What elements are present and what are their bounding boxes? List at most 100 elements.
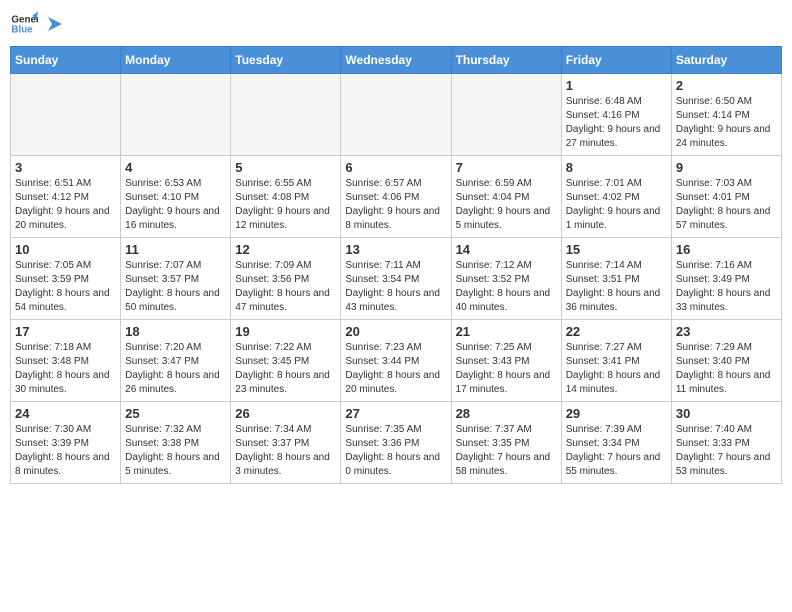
- day-info: Sunrise: 7:05 AM Sunset: 3:59 PM Dayligh…: [15, 259, 116, 315]
- day-number: 25: [125, 406, 226, 421]
- day-number: 6: [345, 160, 446, 175]
- day-number: 2: [676, 78, 777, 93]
- calendar-cell: 10 Sunrise: 7:05 AM Sunset: 3:59 PM Dayli…: [11, 238, 121, 320]
- week-row-3: 10 Sunrise: 7:05 AM Sunset: 3:59 PM Dayli…: [11, 238, 782, 320]
- calendar-cell: 2Sunrise: 6:50 AM Sunset: 4:14 PM Daylig…: [671, 74, 781, 156]
- calendar: SundayMondayTuesdayWednesdayThursdayFrid…: [10, 46, 782, 484]
- day-info: Sunrise: 7:14 AM Sunset: 3:51 PM Dayligh…: [566, 259, 667, 315]
- day-info: Sunrise: 7:09 AM Sunset: 3:56 PM Dayligh…: [235, 259, 336, 315]
- calendar-cell: 1 Sunrise: 6:48 AM Sunset: 4:16 PM Daylig…: [561, 74, 671, 156]
- day-number: 20: [345, 324, 446, 339]
- weekday-header-row: SundayMondayTuesdayWednesdayThursdayFrid…: [11, 47, 782, 74]
- day-info: Sunrise: 7:29 AM Sunset: 3:40 PM Dayligh…: [676, 341, 777, 397]
- day-info: Sunrise: 7:32 AM Sunset: 3:38 PM Dayligh…: [125, 423, 226, 479]
- day-info: Sunrise: 7:25 AM Sunset: 3:43 PM Dayligh…: [456, 341, 557, 397]
- day-number: 27: [345, 406, 446, 421]
- weekday-header-monday: Monday: [121, 47, 231, 74]
- calendar-cell: 5Sunrise: 6:55 AM Sunset: 4:08 PM Daylig…: [231, 156, 341, 238]
- day-number: 12: [235, 242, 336, 257]
- header: General Blue: [10, 10, 782, 38]
- day-number: 26: [235, 406, 336, 421]
- week-row-2: 3 Sunrise: 6:51 AM Sunset: 4:12 PM Daylig…: [11, 156, 782, 238]
- day-info: Sunrise: 7:35 AM Sunset: 3:36 PM Dayligh…: [345, 423, 446, 479]
- day-number: 3: [15, 160, 116, 175]
- week-row-5: 24Sunrise: 7:30 AM Sunset: 3:39 PM Dayli…: [11, 402, 782, 484]
- day-info: Sunrise: 7:20 AM Sunset: 3:47 PM Dayligh…: [125, 341, 226, 397]
- calendar-cell: [11, 74, 121, 156]
- day-info: Sunrise: 6:48 AM Sunset: 4:16 PM Dayligh…: [566, 95, 667, 151]
- calendar-cell: 22 Sunrise: 7:27 AM Sunset: 3:41 PM Dayli…: [561, 320, 671, 402]
- week-row-4: 17 Sunrise: 7:18 AM Sunset: 3:48 PM Dayli…: [11, 320, 782, 402]
- day-info: Sunrise: 7:23 AM Sunset: 3:44 PM Dayligh…: [345, 341, 446, 397]
- calendar-cell: 19 Sunrise: 7:22 AM Sunset: 3:45 PM Dayli…: [231, 320, 341, 402]
- weekday-header-saturday: Saturday: [671, 47, 781, 74]
- day-info: Sunrise: 7:12 AM Sunset: 3:52 PM Dayligh…: [456, 259, 557, 315]
- day-info: Sunrise: 7:27 AM Sunset: 3:41 PM Dayligh…: [566, 341, 667, 397]
- calendar-cell: [231, 74, 341, 156]
- calendar-cell: 14 Sunrise: 7:12 AM Sunset: 3:52 PM Dayli…: [451, 238, 561, 320]
- weekday-header-tuesday: Tuesday: [231, 47, 341, 74]
- day-number: 10: [15, 242, 116, 257]
- day-info: Sunrise: 7:37 AM Sunset: 3:35 PM Dayligh…: [456, 423, 557, 479]
- day-number: 16: [676, 242, 777, 257]
- day-number: 21: [456, 324, 557, 339]
- calendar-cell: 28 Sunrise: 7:37 AM Sunset: 3:35 PM Dayli…: [451, 402, 561, 484]
- day-info: Sunrise: 7:01 AM Sunset: 4:02 PM Dayligh…: [566, 177, 667, 233]
- week-row-1: 1 Sunrise: 6:48 AM Sunset: 4:16 PM Daylig…: [11, 74, 782, 156]
- logo-arrow-icon: [44, 15, 62, 33]
- day-info: Sunrise: 7:16 AM Sunset: 3:49 PM Dayligh…: [676, 259, 777, 315]
- calendar-cell: [451, 74, 561, 156]
- day-number: 13: [345, 242, 446, 257]
- day-number: 28: [456, 406, 557, 421]
- weekday-header-wednesday: Wednesday: [341, 47, 451, 74]
- calendar-cell: 29 Sunrise: 7:39 AM Sunset: 3:34 PM Dayli…: [561, 402, 671, 484]
- calendar-cell: 12 Sunrise: 7:09 AM Sunset: 3:56 PM Dayli…: [231, 238, 341, 320]
- calendar-cell: 20 Sunrise: 7:23 AM Sunset: 3:44 PM Dayli…: [341, 320, 451, 402]
- logo: General Blue: [10, 10, 62, 38]
- day-info: Sunrise: 6:59 AM Sunset: 4:04 PM Dayligh…: [456, 177, 557, 233]
- day-number: 1: [566, 78, 667, 93]
- day-info: Sunrise: 7:07 AM Sunset: 3:57 PM Dayligh…: [125, 259, 226, 315]
- calendar-cell: 21 Sunrise: 7:25 AM Sunset: 3:43 PM Dayli…: [451, 320, 561, 402]
- calendar-cell: 23Sunrise: 7:29 AM Sunset: 3:40 PM Dayli…: [671, 320, 781, 402]
- day-number: 15: [566, 242, 667, 257]
- calendar-cell: 11 Sunrise: 7:07 AM Sunset: 3:57 PM Dayli…: [121, 238, 231, 320]
- day-info: Sunrise: 7:03 AM Sunset: 4:01 PM Dayligh…: [676, 177, 777, 233]
- calendar-cell: 3 Sunrise: 6:51 AM Sunset: 4:12 PM Daylig…: [11, 156, 121, 238]
- day-info: Sunrise: 7:39 AM Sunset: 3:34 PM Dayligh…: [566, 423, 667, 479]
- day-info: Sunrise: 6:51 AM Sunset: 4:12 PM Dayligh…: [15, 177, 116, 233]
- day-info: Sunrise: 7:11 AM Sunset: 3:54 PM Dayligh…: [345, 259, 446, 315]
- calendar-cell: 30Sunrise: 7:40 AM Sunset: 3:33 PM Dayli…: [671, 402, 781, 484]
- calendar-cell: 17 Sunrise: 7:18 AM Sunset: 3:48 PM Dayli…: [11, 320, 121, 402]
- calendar-cell: 13 Sunrise: 7:11 AM Sunset: 3:54 PM Dayli…: [341, 238, 451, 320]
- day-number: 18: [125, 324, 226, 339]
- day-number: 19: [235, 324, 336, 339]
- logo-icon: General Blue: [10, 10, 38, 38]
- calendar-cell: 6Sunrise: 6:57 AM Sunset: 4:06 PM Daylig…: [341, 156, 451, 238]
- calendar-cell: [121, 74, 231, 156]
- day-info: Sunrise: 7:30 AM Sunset: 3:39 PM Dayligh…: [15, 423, 116, 479]
- calendar-cell: [341, 74, 451, 156]
- calendar-cell: 27 Sunrise: 7:35 AM Sunset: 3:36 PM Dayli…: [341, 402, 451, 484]
- calendar-cell: 16 Sunrise: 7:16 AM Sunset: 3:49 PM Dayli…: [671, 238, 781, 320]
- day-number: 11: [125, 242, 226, 257]
- day-number: 14: [456, 242, 557, 257]
- day-number: 17: [15, 324, 116, 339]
- calendar-cell: 24Sunrise: 7:30 AM Sunset: 3:39 PM Dayli…: [11, 402, 121, 484]
- day-number: 22: [566, 324, 667, 339]
- day-info: Sunrise: 6:53 AM Sunset: 4:10 PM Dayligh…: [125, 177, 226, 233]
- calendar-cell: 4Sunrise: 6:53 AM Sunset: 4:10 PM Daylig…: [121, 156, 231, 238]
- day-number: 7: [456, 160, 557, 175]
- weekday-header-friday: Friday: [561, 47, 671, 74]
- calendar-cell: 7 Sunrise: 6:59 AM Sunset: 4:04 PM Daylig…: [451, 156, 561, 238]
- calendar-cell: 18 Sunrise: 7:20 AM Sunset: 3:47 PM Dayli…: [121, 320, 231, 402]
- day-number: 29: [566, 406, 667, 421]
- calendar-cell: 8Sunrise: 7:01 AM Sunset: 4:02 PM Daylig…: [561, 156, 671, 238]
- day-info: Sunrise: 7:18 AM Sunset: 3:48 PM Dayligh…: [15, 341, 116, 397]
- day-info: Sunrise: 7:22 AM Sunset: 3:45 PM Dayligh…: [235, 341, 336, 397]
- calendar-cell: 25 Sunrise: 7:32 AM Sunset: 3:38 PM Dayli…: [121, 402, 231, 484]
- weekday-header-thursday: Thursday: [451, 47, 561, 74]
- day-info: Sunrise: 7:40 AM Sunset: 3:33 PM Dayligh…: [676, 423, 777, 479]
- day-info: Sunrise: 6:55 AM Sunset: 4:08 PM Dayligh…: [235, 177, 336, 233]
- day-number: 9: [676, 160, 777, 175]
